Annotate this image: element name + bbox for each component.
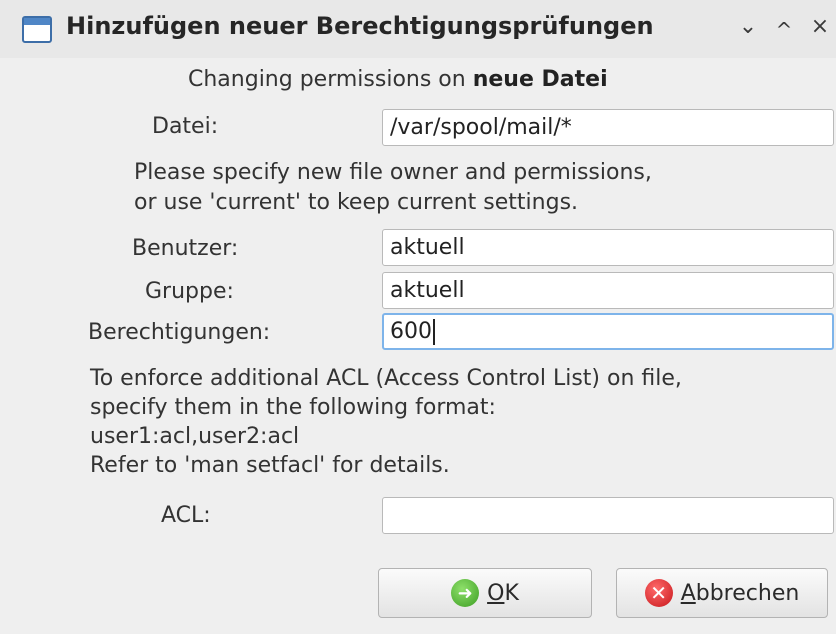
ok-button[interactable]: ➜ OK (378, 568, 592, 618)
window-title: Hinzufügen neuer Berechtigungsprüfungen (66, 12, 654, 40)
acl-info-line-2: specify them in the following format: (90, 395, 496, 420)
acl-field[interactable] (382, 497, 834, 534)
group-field[interactable]: aktuell (382, 272, 834, 309)
cancel-x-icon: ✕ (644, 579, 673, 607)
acl-info-line-4: Refer to 'man setfacl' for details. (90, 453, 450, 478)
instructions-line-1: Please specify new file owner and permis… (134, 160, 652, 185)
heading-prefix: Changing permissions on (188, 67, 473, 92)
file-field[interactable]: /var/spool/mail/* (382, 109, 834, 146)
maximize-icon[interactable]: ^ (772, 15, 796, 45)
ok-button-label: OK (487, 580, 519, 606)
acl-info-line-3: user1:acl,user2:acl (90, 424, 300, 449)
user-label: Benutzer: (132, 236, 239, 261)
user-field[interactable]: aktuell (382, 229, 834, 266)
dialog-heading: Changing permissions on neue Datei (188, 67, 608, 92)
acl-label: ACL: (161, 503, 211, 528)
close-icon[interactable]: × (808, 12, 832, 42)
minimize-icon[interactable]: ⌄ (736, 12, 760, 42)
title-bar[interactable]: Hinzufügen neuer Berechtigungsprüfungen … (0, 0, 836, 58)
group-label: Gruppe: (145, 279, 234, 304)
permissions-value: 600 (390, 319, 432, 344)
ok-arrow-icon: ➜ (451, 579, 480, 607)
instructions-line-2: or use 'current' to keep current setting… (134, 190, 579, 215)
cancel-button[interactable]: ✕ Abbrechen (616, 568, 828, 618)
text-cursor (433, 319, 435, 345)
permissions-field[interactable]: 600 (382, 313, 834, 350)
acl-info-line-1: To enforce additional ACL (Access Contro… (90, 366, 682, 391)
file-label: Datei: (152, 114, 219, 139)
heading-filename: neue Datei (472, 67, 608, 92)
permissions-label: Berechtigungen: (88, 320, 271, 345)
window-app-icon (22, 16, 52, 43)
cancel-button-label: Abbrechen (680, 580, 800, 606)
